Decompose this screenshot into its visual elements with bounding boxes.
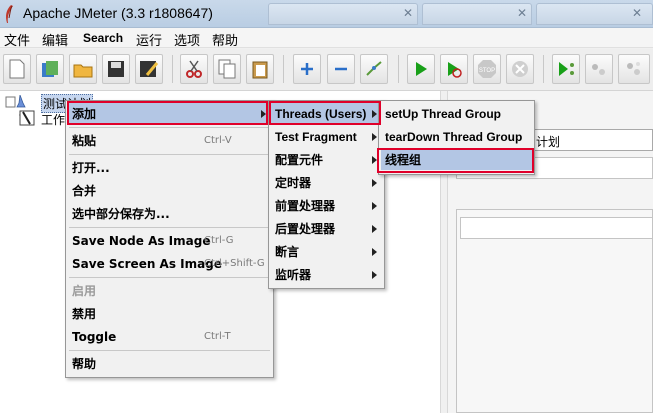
templates-icon[interactable] xyxy=(36,54,64,84)
toolbar-separator xyxy=(398,55,399,83)
window-title: Apache JMeter (3.3 r1808647) xyxy=(23,5,213,21)
menu-run[interactable]: 运行 xyxy=(136,30,162,49)
menu-separator xyxy=(69,277,270,278)
menu-separator xyxy=(69,227,270,228)
close-icon[interactable]: ✕ xyxy=(517,6,527,20)
menu-separator xyxy=(69,154,270,155)
menu-options[interactable]: 选项 xyxy=(174,30,200,49)
submenu-arrow-icon xyxy=(372,202,377,210)
submenu-arrow-icon xyxy=(372,248,377,256)
menu-item-open[interactable]: 打开... xyxy=(68,157,271,178)
menu-separator xyxy=(69,350,270,351)
menu-item-pre-processor[interactable]: 前置处理器 xyxy=(271,195,382,216)
menu-search[interactable]: Search xyxy=(83,31,123,45)
variables-panel xyxy=(456,209,653,413)
threads-submenu: setUp Thread Group tearDown Thread Group… xyxy=(378,100,535,175)
paste-icon[interactable] xyxy=(246,54,274,84)
toolbar-separator xyxy=(543,55,544,83)
submenu-arrow-icon xyxy=(372,225,377,233)
submenu-arrow-icon xyxy=(372,156,377,164)
name-field[interactable]: 计划 xyxy=(533,129,653,151)
menu-item-listener[interactable]: 监听器 xyxy=(271,264,382,285)
toolbar-separator xyxy=(172,55,173,83)
close-icon[interactable]: ✕ xyxy=(632,6,642,20)
collapse-icon[interactable] xyxy=(327,54,355,84)
submenu-arrow-icon xyxy=(261,110,266,118)
workbench-icon xyxy=(19,110,35,126)
start-no-pause-icon[interactable] xyxy=(440,54,468,84)
menu-item-teardown-thread-group[interactable]: tearDown Thread Group xyxy=(381,126,532,147)
svg-text:STOP: STOP xyxy=(479,68,495,74)
add-submenu: Threads (Users) Test Fragment 配置元件 定时器 前… xyxy=(268,100,385,289)
submenu-arrow-icon xyxy=(372,271,377,279)
expand-icon[interactable] xyxy=(293,54,321,84)
shutdown-icon[interactable] xyxy=(506,54,534,84)
toggle-icon[interactable] xyxy=(360,54,388,84)
clear-icon[interactable] xyxy=(585,54,613,84)
name-field-value: 计划 xyxy=(536,135,561,149)
menu-item-paste[interactable]: 粘贴 Ctrl-V xyxy=(68,130,271,151)
menu-item-thread-group[interactable]: 线程组 xyxy=(381,149,532,170)
title-bar: Apache JMeter (3.3 r1808647) ✕ ✕ ✕ xyxy=(0,0,653,28)
test-plan-flask-icon xyxy=(16,95,26,108)
toolbar: STOP xyxy=(0,49,653,91)
cut-icon[interactable] xyxy=(180,54,208,84)
close-icon[interactable]: ✕ xyxy=(403,6,413,20)
copy-icon[interactable] xyxy=(213,54,241,84)
submenu-arrow-icon xyxy=(372,179,377,187)
menu-separator xyxy=(69,127,270,128)
menu-edit[interactable]: 编辑 xyxy=(42,30,68,49)
menu-item-add[interactable]: 添加 xyxy=(68,103,271,124)
tree-workbench-label[interactable]: 工作 xyxy=(41,111,65,128)
menu-item-assertion[interactable]: 断言 xyxy=(271,241,382,262)
menu-item-save-screen-image[interactable]: Save Screen As Image Ctrl+Shift-G xyxy=(68,253,271,274)
toolbar-separator xyxy=(283,55,284,83)
new-icon[interactable] xyxy=(3,54,31,84)
open-icon[interactable] xyxy=(69,54,97,84)
stop-icon[interactable]: STOP xyxy=(473,54,501,84)
variables-table[interactable] xyxy=(460,217,653,239)
menu-item-timer[interactable]: 定时器 xyxy=(271,172,382,193)
menu-file[interactable]: 文件 xyxy=(4,30,30,49)
menu-item-merge[interactable]: 合并 xyxy=(68,180,271,201)
menu-item-toggle[interactable]: Toggle Ctrl-T xyxy=(68,326,271,347)
menu-item-disable[interactable]: 禁用 xyxy=(68,303,271,324)
menu-item-threads-users[interactable]: Threads (Users) xyxy=(271,103,382,124)
browser-tab[interactable] xyxy=(422,3,532,25)
menu-item-save-selection[interactable]: 选中部分保存为... xyxy=(68,203,271,224)
menu-item-enable: 启用 xyxy=(72,284,97,298)
menu-bar: 文件 编辑 Search 运行 选项 帮助 xyxy=(0,28,653,49)
start-icon[interactable] xyxy=(407,54,435,84)
menu-help[interactable]: 帮助 xyxy=(212,30,238,49)
save-as-icon[interactable] xyxy=(135,54,163,84)
save-icon[interactable] xyxy=(102,54,130,84)
submenu-arrow-icon xyxy=(372,133,377,141)
menu-item-post-processor[interactable]: 后置处理器 xyxy=(271,218,382,239)
submenu-arrow-icon xyxy=(372,110,377,118)
browser-tab[interactable] xyxy=(268,3,418,25)
jmeter-feather-icon xyxy=(6,5,13,23)
menu-item-help[interactable]: 帮助 xyxy=(68,353,271,374)
context-menu: 添加 粘贴 Ctrl-V 打开... 合并 选中部分保存为... Save Nod… xyxy=(65,100,274,378)
menu-item-save-node-image[interactable]: Save Node As Image Ctrl-G xyxy=(68,230,271,251)
menu-item-setup-thread-group[interactable]: setUp Thread Group xyxy=(381,103,532,124)
menu-item-test-fragment[interactable]: Test Fragment xyxy=(271,126,382,147)
menu-item-config-element[interactable]: 配置元件 xyxy=(271,149,382,170)
clear-all-icon[interactable] xyxy=(618,54,650,84)
remote-start-icon[interactable] xyxy=(552,54,580,84)
